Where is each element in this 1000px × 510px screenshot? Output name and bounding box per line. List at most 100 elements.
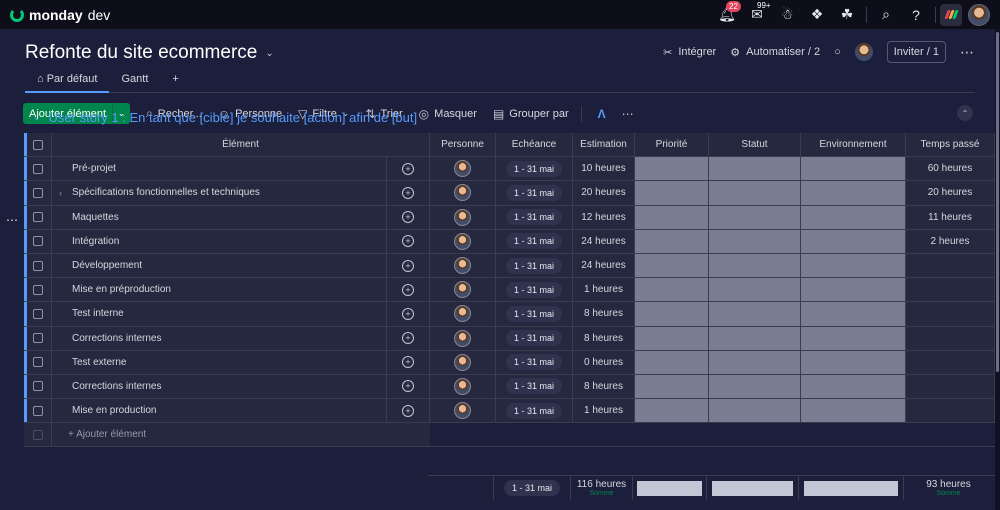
status-cell[interactable] [709, 253, 801, 278]
status-cell[interactable] [709, 399, 801, 423]
priority-cell[interactable] [635, 181, 709, 205]
search-button[interactable]: ⌕ [871, 0, 901, 29]
environment-cell[interactable] [801, 350, 906, 374]
status-cell[interactable] [709, 350, 801, 374]
monday-dev-logo[interactable]: monday dev [10, 7, 110, 23]
status-cell[interactable] [709, 374, 801, 399]
table-row[interactable]: Maquettes + 1 - 31 mai 12 heures 11 heur… [24, 205, 995, 230]
integrate-button[interactable]: ✂ Intégrer [663, 46, 716, 59]
estimate-cell[interactable]: 10 heures [573, 157, 635, 181]
priority-cell[interactable] [635, 326, 709, 350]
table-row[interactable]: Mise en préproduction + 1 - 31 mai 1 heu… [24, 278, 995, 303]
item-name-cell[interactable]: Test externe [52, 350, 387, 374]
person-cell[interactable] [430, 326, 496, 350]
due-cell[interactable]: 1 - 31 mai [496, 374, 573, 399]
row-checkbox[interactable] [24, 181, 52, 205]
table-row[interactable]: Test interne + 1 - 31 mai 8 heures [24, 302, 995, 327]
person-cell[interactable] [430, 181, 496, 205]
notifications-button[interactable]: 🔔︎ 22 [712, 0, 742, 29]
automate-button[interactable]: ⚙ Automatiser / 2 [730, 46, 820, 59]
item-name-cell[interactable]: Corrections internes [52, 374, 387, 399]
priority-cell[interactable] [635, 157, 709, 181]
status-cell[interactable] [709, 229, 801, 253]
environment-cell[interactable] [801, 181, 906, 205]
row-checkbox[interactable] [24, 374, 52, 399]
row-checkbox[interactable] [24, 253, 52, 278]
due-cell[interactable]: 1 - 31 mai [496, 253, 573, 278]
due-cell[interactable]: 1 - 31 mai [496, 350, 573, 374]
time-spent-cell[interactable]: 20 heures [906, 181, 995, 205]
environment-cell[interactable] [801, 205, 906, 229]
item-updates-button[interactable]: + [387, 302, 430, 326]
item-updates-button[interactable]: + [387, 205, 430, 229]
table-row[interactable]: Corrections internes + 1 - 31 mai 8 heur… [24, 326, 995, 351]
due-cell[interactable]: 1 - 31 mai [496, 157, 573, 181]
scrollbar-thumb[interactable] [996, 32, 999, 372]
row-checkbox[interactable] [24, 229, 52, 253]
due-cell[interactable]: 1 - 31 mai [496, 229, 573, 253]
item-name-cell[interactable]: Mise en production [52, 399, 387, 423]
item-name-cell[interactable]: Mise en préproduction [52, 278, 387, 302]
estimate-cell[interactable]: 12 heures [573, 205, 635, 229]
estimate-cell[interactable]: 8 heures [573, 326, 635, 350]
priority-cell[interactable] [635, 253, 709, 278]
item-updates-button[interactable]: + [387, 399, 430, 423]
column-estimate[interactable]: Estimation [573, 133, 635, 157]
due-cell[interactable]: 1 - 31 mai [496, 302, 573, 326]
user-avatar[interactable] [968, 3, 990, 26]
time-spent-cell[interactable] [906, 278, 995, 302]
item-updates-button[interactable]: + [387, 278, 430, 302]
tab-gantt[interactable]: Gantt [109, 69, 160, 91]
row-checkbox[interactable] [24, 350, 52, 374]
invite-button[interactable]: Inviter / 1 [886, 41, 946, 63]
person-cell[interactable] [430, 399, 496, 423]
item-name-cell[interactable]: › Spécifications fonctionnelles et techni… [52, 181, 387, 205]
environment-cell[interactable] [801, 326, 906, 350]
item-updates-button[interactable]: + [387, 229, 430, 253]
status-cell[interactable] [709, 181, 801, 205]
due-cell[interactable]: 1 - 31 mai [496, 205, 573, 229]
person-cell[interactable] [430, 278, 496, 302]
priority-cell[interactable] [635, 302, 709, 326]
due-cell[interactable]: 1 - 31 mai [496, 399, 573, 423]
row-checkbox[interactable] [24, 399, 52, 423]
table-row[interactable]: Pré-projet + 1 - 31 mai 10 heures 60 heu… [24, 157, 995, 182]
estimate-cell[interactable]: 1 heures [573, 278, 635, 302]
row-checkbox[interactable] [24, 302, 52, 326]
row-checkbox[interactable] [24, 326, 52, 350]
time-spent-cell[interactable] [906, 374, 995, 399]
time-spent-cell[interactable] [906, 350, 995, 374]
priority-cell[interactable] [635, 350, 709, 374]
due-cell[interactable]: 1 - 31 mai [496, 278, 573, 302]
table-row[interactable]: Intégration + 1 - 31 mai 24 heures 2 heu… [24, 229, 995, 254]
board-owner-avatar[interactable] [854, 43, 873, 61]
table-row[interactable]: Test externe + 1 - 31 mai 0 heures [24, 350, 995, 375]
table-row[interactable]: Développement + 1 - 31 mai 24 heures [24, 253, 995, 279]
person-cell[interactable] [430, 302, 496, 326]
column-due[interactable]: Echéance [496, 133, 573, 157]
time-spent-cell[interactable] [906, 253, 995, 278]
environment-cell[interactable] [801, 278, 906, 302]
item-updates-button[interactable]: + [387, 181, 430, 205]
priority-cell[interactable] [635, 229, 709, 253]
column-environment[interactable]: Environnement [801, 133, 906, 157]
product-switcher[interactable] [940, 3, 962, 26]
item-name-cell[interactable]: Intégration [52, 229, 387, 253]
inbox-button[interactable]: ✉ 99+ [742, 0, 772, 29]
environment-cell[interactable] [801, 229, 906, 253]
status-cell[interactable] [709, 205, 801, 229]
help-button[interactable]: ? [901, 0, 931, 29]
status-cell[interactable] [709, 157, 801, 181]
environment-cell[interactable] [801, 374, 906, 399]
hide-tool[interactable]: ◎ Masquer [419, 107, 477, 121]
column-time-spent[interactable]: Temps passé [906, 133, 995, 157]
updates-button[interactable]: ○ [834, 46, 841, 58]
item-name-cell[interactable]: Pré-projet [52, 157, 387, 181]
row-checkbox[interactable] [24, 205, 52, 229]
tab-default[interactable]: ⌂ Par défaut [25, 69, 110, 93]
person-cell[interactable] [430, 253, 496, 278]
item-name-cell[interactable]: Corrections internes [52, 326, 387, 350]
select-all-checkbox[interactable] [24, 133, 52, 157]
estimate-cell[interactable]: 1 heures [573, 399, 635, 423]
invite-members-button[interactable]: ☃ [772, 0, 802, 29]
